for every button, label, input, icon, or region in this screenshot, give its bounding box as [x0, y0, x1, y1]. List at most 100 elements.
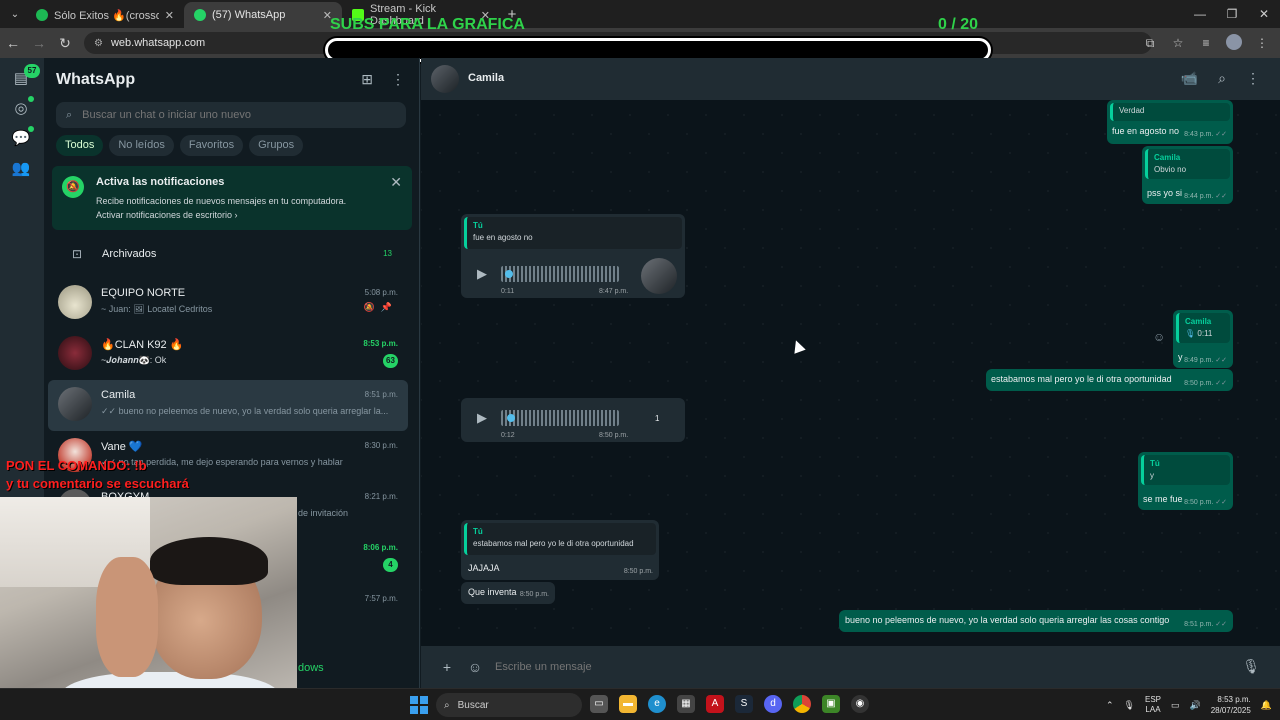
volume-icon[interactable]: 🔊 — [1190, 700, 1201, 711]
quote-text: 🎙 0:11 — [1185, 329, 1213, 338]
reload-button[interactable]: ↻ — [52, 35, 78, 52]
quoted-message[interactable]: Verdad — [1110, 103, 1230, 121]
quoted-message[interactable]: Tú estabamos mal pero yo le di otra opor… — [464, 523, 656, 555]
back-button[interactable]: ← — [0, 35, 26, 51]
language-indicator[interactable]: ESP LAA — [1145, 695, 1161, 715]
filter-todos[interactable]: Todos — [56, 135, 104, 156]
avatar — [58, 285, 92, 319]
message-text: y — [1178, 352, 1183, 362]
taskbar-search[interactable]: ⌕ Buscar — [436, 693, 582, 717]
search-icon: ⌕ — [444, 699, 450, 711]
filter-grupos[interactable]: Grupos — [249, 135, 304, 156]
playback-speed-button[interactable]: 1 — [655, 414, 659, 423]
file-explorer-icon[interactable]: ▬ — [619, 695, 637, 713]
play-icon[interactable]: ▶ — [475, 411, 489, 425]
search-icon: ⌕ — [66, 108, 73, 121]
quoted-message[interactable]: Camila Obvio no — [1145, 149, 1230, 179]
voice-message-incoming[interactable]: ▶ 0:12 8:50 p.m. 1 — [461, 398, 685, 442]
chat-item-clan-k92[interactable]: 🔥CLAN K92 🔥 8:53 p.m. ~𝑱𝒐𝒉𝒂𝒏𝒏🐼: Ok 63 — [48, 329, 408, 380]
bell-off-icon: 🔕 — [62, 176, 84, 198]
enable-notifications-link[interactable]: Activar notificaciones de escritorio › — [96, 210, 238, 220]
contact-avatar[interactable] — [431, 65, 459, 93]
discord-icon[interactable]: d — [764, 695, 782, 713]
message-time: 8:44 p.m. ✓✓ — [1184, 193, 1227, 200]
adobe-icon[interactable]: A — [706, 695, 724, 713]
browser-menu-icon[interactable]: ⋮ — [1250, 36, 1274, 50]
menu-icon[interactable]: ⋮ — [1246, 70, 1260, 87]
message-text: estabamos mal pero yo le di otra oportun… — [991, 374, 1172, 384]
profile-avatar[interactable] — [1222, 33, 1246, 53]
attach-plus-icon[interactable]: + — [435, 659, 459, 675]
search-icon[interactable]: ⌕ — [1218, 70, 1226, 87]
obs-icon[interactable]: ◉ — [851, 695, 869, 713]
notifications-icon[interactable]: 🔔 — [1261, 700, 1272, 711]
forward-button[interactable]: → — [26, 35, 52, 51]
quote-author: Tú — [473, 527, 483, 536]
maximize-button[interactable]: ❐ — [1216, 0, 1248, 28]
video-call-icon[interactable]: 📹 — [1181, 70, 1198, 87]
search-input[interactable] — [82, 109, 373, 121]
playback-position-dot[interactable] — [505, 270, 513, 278]
windows-start-icon[interactable] — [410, 696, 428, 714]
network-icon[interactable]: ▭ — [1171, 700, 1180, 711]
mic-icon[interactable]: 🎙 — [1242, 658, 1260, 675]
waveform[interactable] — [501, 410, 619, 426]
quoted-message[interactable]: Tú fue en agosto no — [464, 217, 682, 249]
close-window-button[interactable]: ✕ — [1248, 0, 1280, 28]
message-outgoing[interactable]: bueno no peleemos de nuevo, yo la verdad… — [839, 610, 1233, 632]
message-outgoing[interactable]: Verdad fue en agosto no 8:43 p.m. ✓✓ — [1107, 100, 1233, 144]
bookmark-star-icon[interactable]: ☆ — [1166, 36, 1190, 50]
tab-label: Sólo Exitos 🔥(crossover)🔥 - ; — [54, 9, 159, 22]
message-incoming[interactable]: Tú estabamos mal pero yo le di otra opor… — [461, 520, 659, 580]
message-outgoing[interactable]: estabamos mal pero yo le di otra oportun… — [986, 369, 1233, 391]
close-icon[interactable]: ✕ — [165, 9, 174, 22]
tab-whatsapp[interactable]: (57) WhatsApp ✕ — [184, 2, 342, 28]
message-outgoing[interactable]: Camila Obvio no pss yo si 8:44 p.m. ✓✓ — [1142, 146, 1233, 204]
tab-spotify[interactable]: Sólo Exitos 🔥(crossover)🔥 - ; ✕ — [26, 2, 184, 28]
communities-icon[interactable]: 👥 — [10, 158, 32, 180]
filter-no-leidos[interactable]: No leídos — [109, 135, 174, 156]
close-icon[interactable]: ✕ — [390, 174, 402, 191]
notification-banner: 🔕 Activa las notificaciones Recibe notif… — [52, 166, 412, 230]
quoted-message[interactable]: Tú y — [1141, 455, 1230, 485]
menu-icon[interactable]: ⋮ — [391, 71, 405, 88]
tab-search-button[interactable]: ⌄ — [4, 2, 26, 28]
chat-item-vane[interactable]: Vane 💙 8:30 p.m. ✓✓ no tan perdida, me d… — [48, 431, 408, 482]
minimize-button[interactable]: — — [1184, 0, 1216, 28]
voice-message-incoming[interactable]: Tú fue en agosto no ▶ 0:11 8:47 p.m. — [461, 214, 685, 298]
new-chat-icon[interactable]: ⊞ — [361, 71, 373, 88]
stream-comment-text: y tu comentario se escuchará — [6, 476, 189, 491]
media-controls-icon[interactable]: ≡ — [1194, 36, 1218, 50]
clock[interactable]: 8:53 p.m. 28/07/2025 — [1211, 694, 1251, 716]
edge-icon[interactable]: e — [648, 695, 666, 713]
microphone-icon[interactable]: 🎙 — [1124, 700, 1135, 711]
tray-overflow-icon[interactable]: ⌃ — [1106, 700, 1114, 711]
site-info-icon[interactable]: ⚙ — [94, 38, 103, 49]
waveform[interactable] — [501, 266, 619, 282]
message-outgoing[interactable]: Tú y se me fue 8:50 p.m. ✓✓ — [1138, 452, 1233, 510]
task-view-icon[interactable]: ▭ — [590, 695, 608, 713]
quoted-message[interactable]: Camila 🎙 0:11 — [1176, 313, 1230, 343]
subs-goal-count: 0 / 20 — [938, 16, 979, 33]
chat-item-camila[interactable]: Camila 8:51 p.m. ✓✓ bueno no peleemos de… — [48, 380, 408, 431]
chat-name: Camila — [101, 389, 136, 401]
conversation-header: Camila 📹 ⌕ ⋮ — [421, 58, 1280, 100]
chat-item-equipo-norte[interactable]: EQUIPO NORTE 5:08 p.m. ~ Juan: 🖼 Locatel… — [48, 278, 408, 329]
chat-preview: de invitación — [298, 508, 349, 518]
filter-favoritos[interactable]: Favoritos — [179, 135, 244, 156]
playback-position-dot[interactable] — [507, 414, 515, 422]
steam-icon[interactable]: S — [735, 695, 753, 713]
install-app-icon[interactable]: ⧉ — [1138, 36, 1162, 51]
minecraft-icon[interactable]: ▣ — [822, 695, 840, 713]
read-ticks-icon: ✓✓ — [1215, 621, 1227, 628]
message-incoming[interactable]: Que inventa 8:50 p.m. — [461, 582, 555, 604]
store-icon[interactable]: ▦ — [677, 695, 695, 713]
message-input[interactable] — [495, 653, 1235, 681]
archived-row[interactable]: ⊡ Archivados 13 — [44, 242, 412, 268]
play-icon[interactable]: ▶ — [475, 267, 489, 281]
chrome-icon[interactable] — [793, 695, 811, 713]
contact-name[interactable]: Camila — [468, 72, 504, 84]
emoji-react-icon[interactable]: ☺ — [1153, 330, 1165, 344]
message-outgoing[interactable]: Camila 🎙 0:11 y 8:49 p.m. ✓✓ — [1173, 310, 1233, 368]
sticker-icon[interactable]: ☺ — [463, 659, 487, 675]
